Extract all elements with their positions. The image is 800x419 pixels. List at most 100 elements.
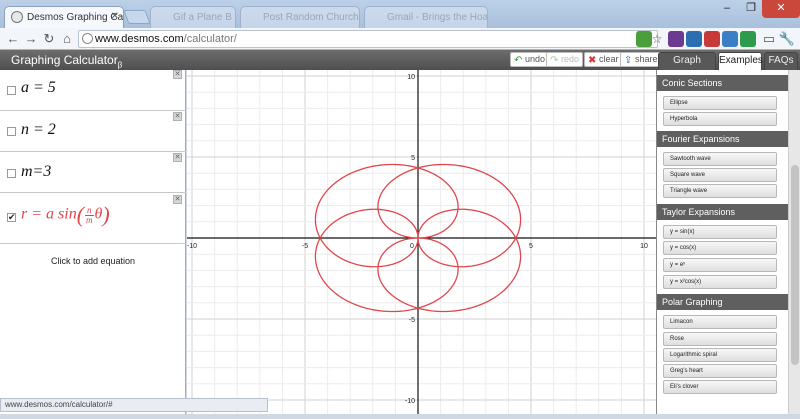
example-cos[interactable]: y = cos(x) xyxy=(663,241,777,255)
wrench-icon[interactable]: 🔧 xyxy=(778,30,796,48)
redo-label: redo xyxy=(561,54,580,64)
delete-expression-icon[interactable]: ✕ xyxy=(173,195,182,204)
example-sawtooth-wave[interactable]: Sawtooth wave xyxy=(663,152,777,166)
tab-background[interactable]: Gif a Plane B xyxy=(150,6,236,28)
fraction-denominator: m xyxy=(86,214,93,225)
example-square-wave[interactable]: Square wave xyxy=(663,168,777,182)
x-tick-label: 10 xyxy=(640,243,648,250)
example-sin[interactable]: y = sin(x) xyxy=(663,225,777,239)
share-icon: ⇪ xyxy=(624,55,633,66)
bookmark-icon[interactable]: ▭ xyxy=(760,30,778,48)
tab-faqs[interactable]: FAQs xyxy=(764,52,798,70)
fraction-numerator: n xyxy=(85,204,94,216)
tab-examples[interactable]: Examples xyxy=(718,52,763,70)
x-tick-label: 0 xyxy=(410,243,414,250)
redo-icon: ↷ xyxy=(550,55,559,66)
expression-text[interactable]: r = a sin(n m θ) xyxy=(21,202,110,228)
example-exp[interactable]: y = eˣ xyxy=(663,258,777,272)
open-paren: ( xyxy=(76,202,85,227)
tab-graph-settings[interactable]: Graph Settings xyxy=(658,52,716,82)
browser-toolbar: ← → ↻ ⌂ www.desmos.com/calculator/ ☆ ▭ 🔧 xyxy=(0,28,800,50)
section-polar-graphing: Polar Graphing xyxy=(657,294,788,310)
visibility-checkbox[interactable] xyxy=(7,169,16,178)
y-tick-label: 5 xyxy=(411,155,415,162)
undo-label: undo xyxy=(525,54,546,64)
app-title-text: Graphing Calculator xyxy=(11,53,118,67)
extension-icon[interactable] xyxy=(704,31,720,47)
expression-row[interactable]: a = 5 ✕ xyxy=(0,70,186,111)
undo-icon: ↶ xyxy=(514,55,523,66)
section-fourier-expansions: Fourier Expansions xyxy=(657,131,788,147)
forward-arrow-icon[interactable]: → xyxy=(22,30,40,48)
expression-list: a = 5 ✕ n = 2 ✕ m=3 ✕ ✔ r = a sin(n m θ) ✕… xyxy=(0,70,186,414)
example-limacon[interactable]: Limacon xyxy=(663,315,777,329)
browser-tab-bar: Desmos Graphing Calculator ✕ Gif a Plane… xyxy=(0,0,800,28)
example-log-spiral[interactable]: Logarithmic spiral xyxy=(663,348,777,362)
section-conic-sections: Conic Sections xyxy=(657,75,788,91)
undo-button[interactable]: ↶ undo xyxy=(510,52,550,67)
close-window-icon[interactable]: ✕ xyxy=(762,0,800,18)
tab-desmos[interactable]: Desmos Graphing Calculator ✕ xyxy=(4,6,124,28)
example-x2cos[interactable]: y = x²cos(x) xyxy=(663,275,777,289)
url-host: www.desmos.com xyxy=(95,33,184,45)
y-tick-label: -10 xyxy=(405,398,415,405)
expression-text[interactable]: n = 2 xyxy=(21,121,56,139)
example-ellipse[interactable]: Ellipse xyxy=(663,96,777,110)
visibility-checkbox-checked[interactable]: ✔ xyxy=(7,213,16,222)
expression-row[interactable]: m=3 ✕ xyxy=(0,152,186,193)
extension-icon[interactable] xyxy=(740,31,756,47)
close-icon[interactable]: ✕ xyxy=(111,11,119,22)
home-icon[interactable]: ⌂ xyxy=(58,30,76,48)
desmos-favicon-icon xyxy=(11,11,23,23)
delete-expression-icon[interactable]: ✕ xyxy=(173,153,182,162)
section-taylor-expansions: Taylor Expansions xyxy=(657,204,788,220)
expression-prefix: r = a sin xyxy=(21,205,77,223)
address-bar[interactable]: www.desmos.com/calculator/ xyxy=(78,30,658,48)
minimize-icon[interactable]: – xyxy=(716,0,738,18)
tab-background[interactable]: Post Random Church Ma xyxy=(240,6,360,28)
extension-icon[interactable] xyxy=(722,31,738,47)
redo-button[interactable]: ↷ redo xyxy=(546,52,584,67)
examples-scrollbar[interactable] xyxy=(788,70,800,414)
new-tab-button[interactable] xyxy=(123,10,151,24)
tab-background[interactable]: Gmail - Brings the Hoard xyxy=(364,6,488,28)
tab-title: Post Random Church Ma xyxy=(263,12,359,23)
expression-row-active[interactable]: ✔ r = a sin(n m θ) ✕ xyxy=(0,193,186,244)
close-paren: ) xyxy=(102,202,110,227)
example-rose[interactable]: Rose xyxy=(663,332,777,346)
example-gregs-heart[interactable]: Greg's heart xyxy=(663,364,777,378)
reload-icon[interactable]: ↻ xyxy=(40,30,58,48)
star-icon[interactable]: ☆ xyxy=(648,30,666,48)
extension-icon[interactable] xyxy=(686,31,702,47)
visibility-checkbox[interactable] xyxy=(7,86,16,95)
delete-expression-icon[interactable]: ✕ xyxy=(173,70,182,79)
tab-title: Gmail - Brings the Hoard xyxy=(387,12,488,23)
url-path: /calculator/ xyxy=(183,33,237,45)
clear-button[interactable]: ✖ clear xyxy=(584,52,623,67)
back-arrow-icon[interactable]: ← xyxy=(4,30,22,48)
maximize-icon[interactable]: ❐ xyxy=(740,0,762,18)
tab-title: Desmos Graphing Calculator xyxy=(27,12,124,23)
graph-canvas[interactable]: -10 -5 0 5 10 10 5 -5 -10 xyxy=(168,59,668,417)
globe-icon xyxy=(82,33,93,44)
x-tick-label: -5 xyxy=(302,243,308,250)
examples-panel: Conic Sections Ellipse Hyperbola Fourier… xyxy=(656,70,788,414)
example-hyperbola[interactable]: Hyperbola xyxy=(663,112,777,126)
expression-text[interactable]: m=3 xyxy=(21,163,51,181)
visibility-checkbox[interactable] xyxy=(7,127,16,136)
expression-row[interactable]: n = 2 ✕ xyxy=(0,111,186,152)
clear-label: clear xyxy=(599,54,619,64)
y-tick-label: 10 xyxy=(407,74,415,81)
scrollbar-thumb[interactable] xyxy=(791,165,799,365)
extension-icon[interactable] xyxy=(668,31,684,47)
example-triangle-wave[interactable]: Triangle wave xyxy=(663,184,777,198)
example-elis-clover[interactable]: Eli's clover xyxy=(663,380,777,394)
share-label: share xyxy=(635,54,658,64)
fraction: nm xyxy=(85,204,94,225)
beta-badge: β xyxy=(117,60,123,70)
delete-expression-icon[interactable]: ✕ xyxy=(173,112,182,121)
expression-text[interactable]: a = 5 xyxy=(21,79,56,97)
add-equation-prompt[interactable]: Click to add equation xyxy=(0,256,186,266)
graph-svg[interactable]: -10 -5 0 5 10 10 5 -5 -10 xyxy=(168,59,668,417)
share-button[interactable]: ⇪ share xyxy=(620,52,662,67)
